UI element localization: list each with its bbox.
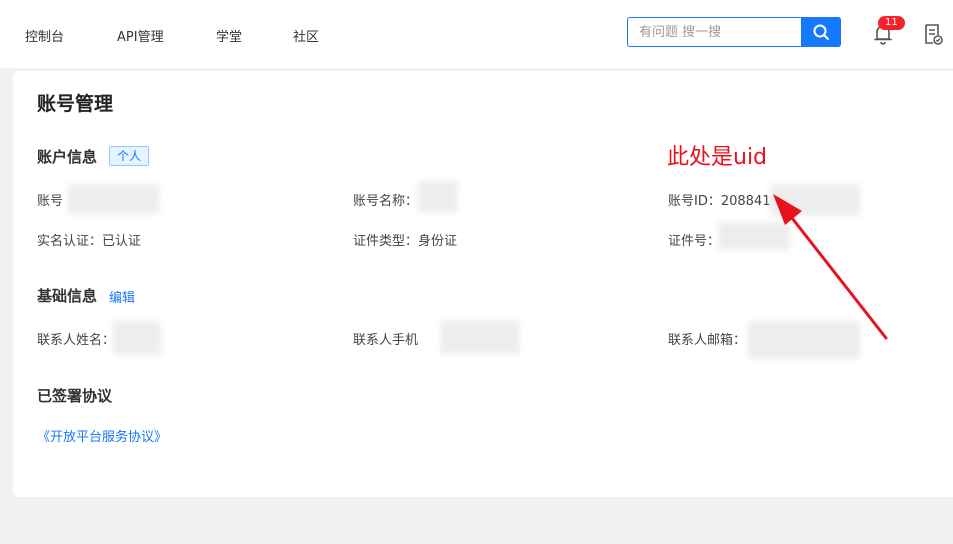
annotation-arrow-icon bbox=[773, 194, 888, 340]
